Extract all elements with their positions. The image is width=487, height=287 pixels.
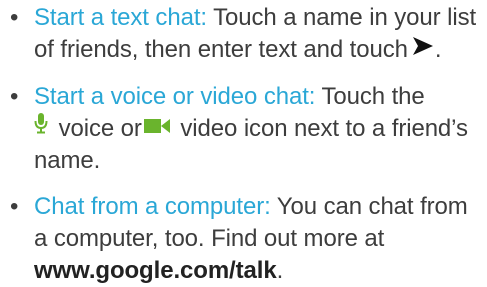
lead-voice-video-chat: Start a voice or video chat: [34,82,316,110]
body-text-voice-1: Touch the [315,82,425,110]
list-item-text-chat: • Start a text chat: Touch a name in you… [0,2,487,67]
end-punct-computer: . [276,257,284,285]
send-icon [412,33,434,65]
bullet: • [10,82,19,110]
feature-list: • Start a text chat: Touch a name in you… [0,2,487,287]
end-punct-text-chat: . [434,36,442,63]
microphone-icon [34,111,48,143]
google-talk-link[interactable]: www.google.com/talk [34,257,277,284]
bullet: • [10,4,19,31]
bullet: • [10,193,19,221]
video-camera-icon [143,111,170,143]
body-text-voice-2: voice or [52,114,142,142]
lead-computer-chat: Chat from a computer: [34,193,271,221]
list-item-voice-video-chat: • Start a voice or video chat: Touch the… [0,81,487,178]
list-item-computer-chat: • Chat from a computer: You can chat fro… [0,191,487,287]
lead-text-chat: Start a text chat: [34,4,207,31]
